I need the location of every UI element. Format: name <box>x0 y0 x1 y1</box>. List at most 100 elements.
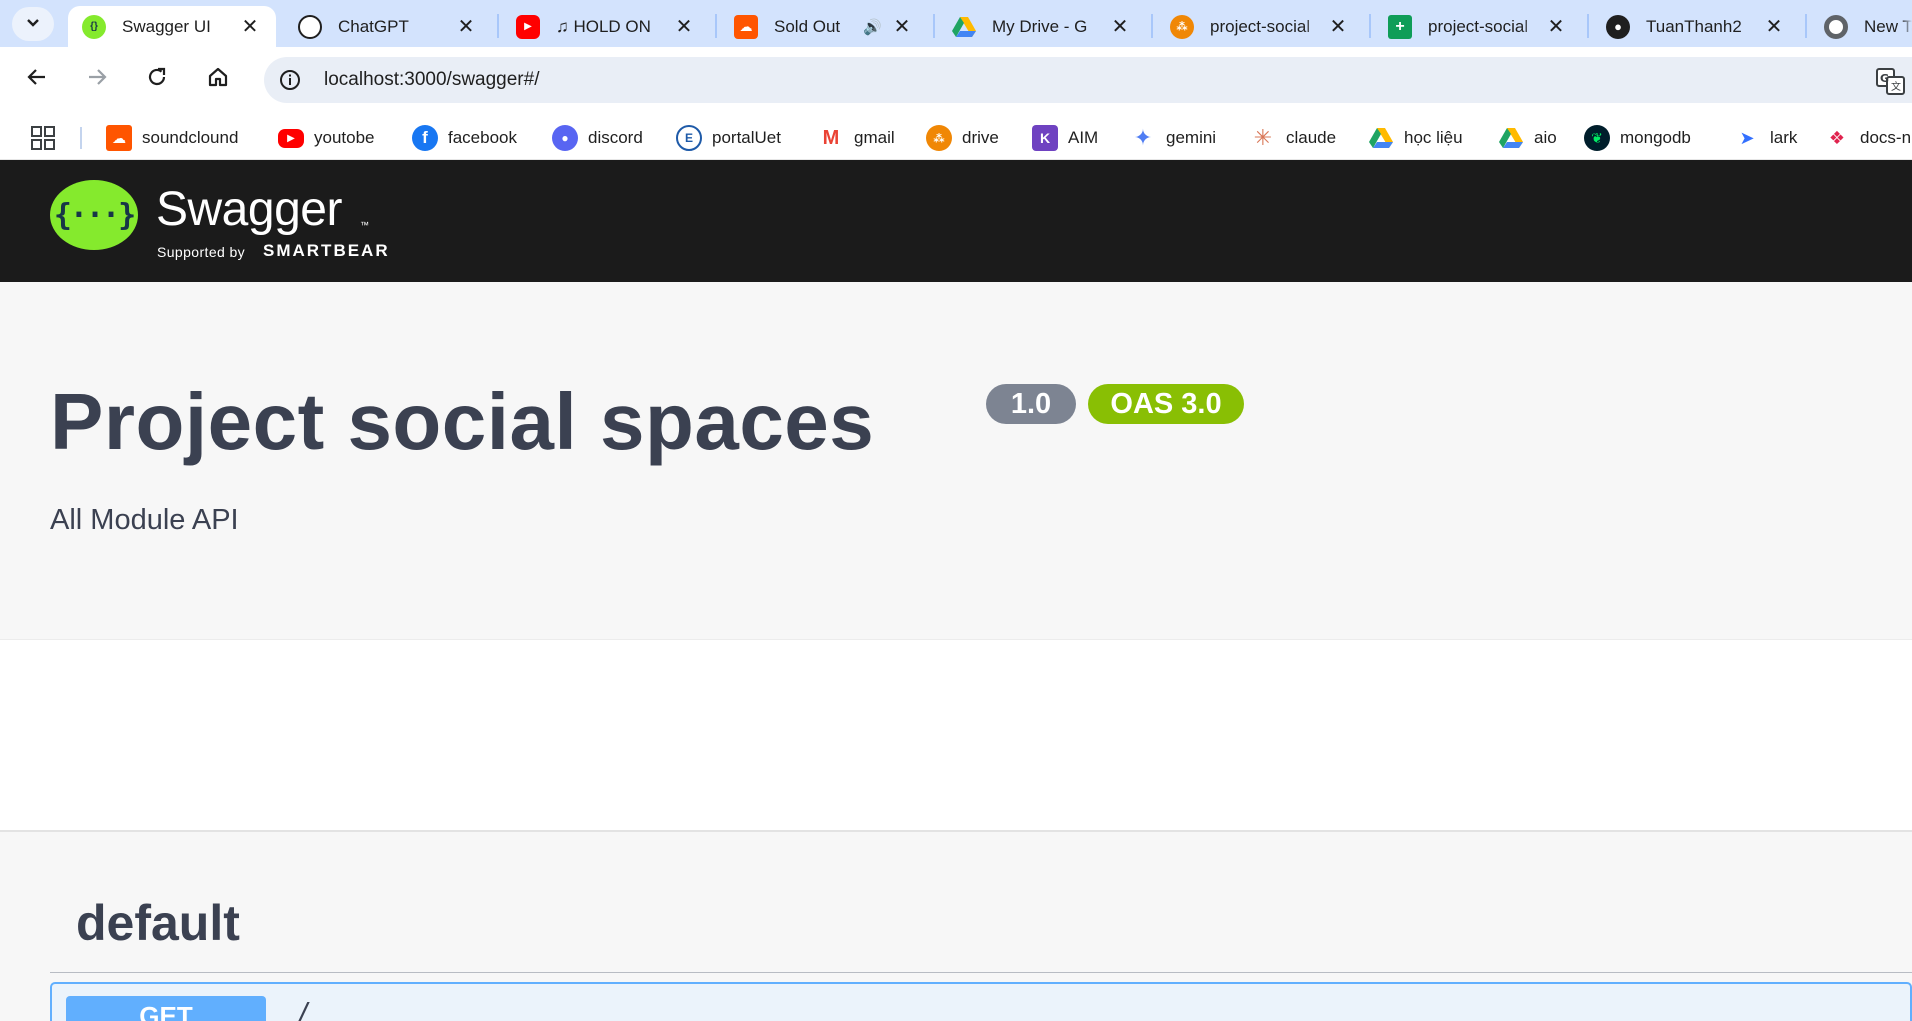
google-drive-icon <box>1498 125 1524 151</box>
reload-button[interactable] <box>137 59 177 99</box>
tab-new-tab[interactable]: New Tab <box>1810 6 1912 47</box>
operations-section: default GET / <box>0 832 1912 1021</box>
bookmark-aio[interactable]: aio <box>1498 123 1557 153</box>
apps-grid-icon[interactable] <box>30 125 56 151</box>
supported-by-text: Supported by <box>157 244 246 260</box>
swagger-logo-icon[interactable]: {···} <box>50 180 138 250</box>
bookmark-label: học liệu <box>1404 128 1463 147</box>
gmail-icon: M <box>822 126 840 149</box>
bookmark-label: facebook <box>448 128 517 147</box>
svg-text:文: 文 <box>1891 80 1901 93</box>
tab-youtube[interactable]: ▶ ♫ HOLD ON ✕ <box>502 6 710 47</box>
mongodb-icon: ❦ <box>1584 125 1610 151</box>
bookmark-gmail[interactable]: M gmail <box>818 123 895 153</box>
bookmark-label: claude <box>1286 128 1337 147</box>
back-button[interactable] <box>17 59 57 99</box>
tab-chatgpt[interactable]: ChatGPT ✕ <box>284 6 492 47</box>
close-icon[interactable]: ✕ <box>1326 15 1350 39</box>
bookmark-label: gmail <box>854 128 895 147</box>
youtube-favicon-icon: ▶ <box>516 14 540 39</box>
bookmark-label: AIM <box>1068 128 1099 147</box>
browser-toolbar: localhost:3000/swagger#/ <box>0 47 1912 115</box>
bookmark-discord[interactable]: ● discord <box>552 123 643 153</box>
google-drive-icon <box>1368 125 1394 151</box>
tab-soundcloud[interactable]: ☁ Sold Out 🔊 ✕ <box>720 6 928 47</box>
tag-heading-default[interactable]: default <box>76 894 240 952</box>
claude-icon: ✳ <box>1253 125 1273 150</box>
api-description: All Module API <box>50 504 239 536</box>
close-icon[interactable]: ✕ <box>238 15 262 39</box>
tab-project-social-sheets[interactable]: + project-social ✕ <box>1374 6 1582 47</box>
translate-icon[interactable]: G文 <box>1876 68 1906 96</box>
google-sheets-favicon-icon: + <box>1388 14 1412 39</box>
oas-version-badge: OAS 3.0 <box>1088 384 1244 424</box>
bookmark-aim[interactable]: K AIM <box>1032 123 1098 153</box>
api-info-section: Project social spaces 1.0 OAS 3.0 All Mo… <box>0 282 1912 640</box>
tab-google-drive[interactable]: My Drive - G ✕ <box>938 6 1146 47</box>
tab-separator <box>1369 14 1371 38</box>
bookmark-label: portalUet <box>712 128 781 147</box>
bookmark-label: docs-n <box>1860 128 1912 147</box>
chrome-favicon-icon <box>1824 14 1848 39</box>
bookmark-portaluet[interactable]: E portalUet <box>676 123 781 153</box>
bookmark-label: youtobe <box>314 128 375 147</box>
nest-icon: ❖ <box>1828 127 1846 148</box>
bookmarks-bar: ☁ soundclound ▶ youtobe f facebook ● dis… <box>0 115 1912 160</box>
version-badge: 1.0 <box>986 384 1076 424</box>
tab-separator <box>1151 14 1153 38</box>
info-icon[interactable] <box>278 68 302 92</box>
bookmark-separator <box>80 127 82 149</box>
close-icon[interactable]: ✕ <box>454 15 478 39</box>
tab-project-social-drawio[interactable]: ⁂ project-social ✕ <box>1156 6 1364 47</box>
tab-separator <box>933 14 935 38</box>
discord-icon: ● <box>552 125 578 151</box>
gemini-icon: ✦ <box>1133 125 1153 150</box>
bookmark-lark[interactable]: ➤ lark <box>1734 123 1797 153</box>
bookmark-label: gemini <box>1166 128 1217 147</box>
home-icon <box>206 65 230 94</box>
tab-title: Swagger UI <box>122 16 211 36</box>
browser-tab-strip: {} Swagger UI ✕ ChatGPT ✕ ▶ ♫ HOLD ON ✕ … <box>0 0 1912 47</box>
close-icon[interactable]: ✕ <box>672 15 696 39</box>
scheme-container <box>0 640 1912 832</box>
bookmark-facebook[interactable]: f facebook <box>412 123 517 153</box>
home-button[interactable] <box>198 59 238 99</box>
drawio-favicon-icon: ⁂ <box>1170 14 1194 39</box>
soundcloud-favicon-icon: ☁ <box>734 14 758 39</box>
tab-separator <box>715 14 717 38</box>
operation-path[interactable]: / <box>296 998 312 1021</box>
bookmark-gemini[interactable]: ✦ gemini <box>1130 123 1216 153</box>
tab-swagger-ui[interactable]: {} Swagger UI ✕ <box>68 6 276 47</box>
swagger-logo-text[interactable]: Swagger <box>156 182 342 237</box>
bookmark-hoc-lieu[interactable]: học liệu <box>1368 123 1463 153</box>
forward-button[interactable] <box>77 59 117 99</box>
youtube-icon: ▶ <box>278 128 304 148</box>
close-icon[interactable]: ✕ <box>1544 15 1568 39</box>
tab-github[interactable]: ● TuanThanh2 ✕ <box>1592 6 1800 47</box>
close-icon[interactable]: ✕ <box>1762 15 1786 39</box>
close-icon[interactable]: ✕ <box>1108 15 1132 39</box>
bookmark-drive[interactable]: ⁂ drive <box>926 123 999 153</box>
tab-search-button[interactable] <box>12 7 54 41</box>
address-bar[interactable]: localhost:3000/swagger#/ <box>264 57 1912 103</box>
bookmark-docs-nest[interactable]: ❖ docs-n <box>1824 123 1911 153</box>
bookmark-label: discord <box>588 128 643 147</box>
bookmark-soundcloud[interactable]: ☁ soundclound <box>106 123 238 153</box>
bookmark-youtube[interactable]: ▶ youtobe <box>278 123 375 153</box>
close-icon[interactable]: ✕ <box>890 15 914 39</box>
speaker-icon[interactable]: 🔊 <box>863 18 882 36</box>
operation-get-root[interactable]: GET / <box>50 982 1912 1021</box>
http-method-badge[interactable]: GET <box>66 996 266 1021</box>
tab-title: New Tab <box>1864 16 1912 36</box>
trademark-mark: ™ <box>360 220 369 230</box>
bookmark-claude[interactable]: ✳ claude <box>1250 123 1336 153</box>
arrow-left-icon <box>25 65 49 94</box>
facebook-icon: f <box>412 125 438 151</box>
google-drive-favicon-icon <box>952 15 976 39</box>
aim-icon: K <box>1032 125 1058 151</box>
bookmark-mongodb[interactable]: ❦ mongodb <box>1584 123 1691 153</box>
tab-title: ChatGPT <box>338 16 409 36</box>
portal-icon: E <box>676 125 702 151</box>
soundcloud-icon: ☁ <box>106 125 132 151</box>
url-text[interactable]: localhost:3000/swagger#/ <box>324 57 539 103</box>
